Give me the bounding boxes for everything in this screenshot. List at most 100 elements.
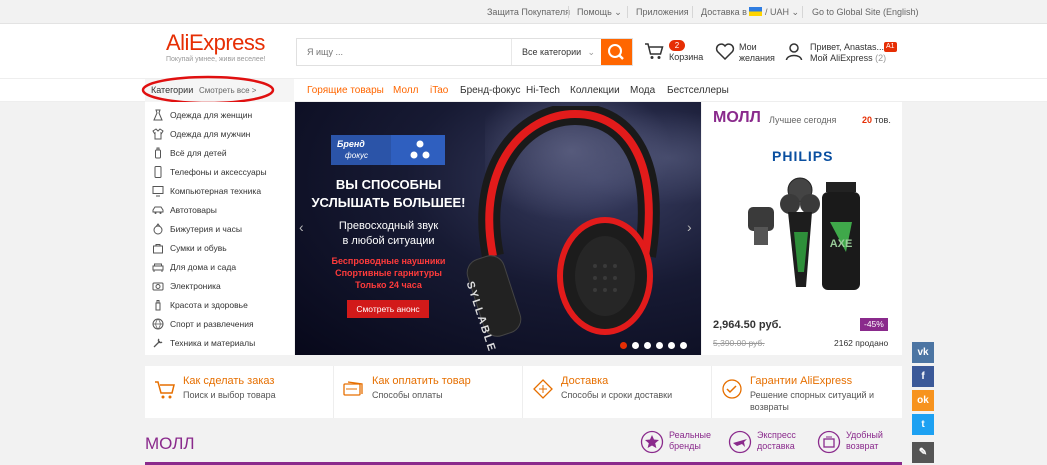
my-aliexpress-count: (2): [875, 53, 887, 63]
ukraine-flag-icon: [749, 7, 763, 16]
search-input[interactable]: [297, 39, 511, 65]
banner-headline2: УСЛЫШАТЬ БОЛЬШЕЕ!: [311, 195, 466, 210]
carousel-dot[interactable]: [644, 342, 651, 349]
category-item[interactable]: Для дома и сада: [145, 258, 294, 277]
feature-line1: Реальные: [669, 430, 712, 440]
category-item[interactable]: Одежда для женщин: [145, 106, 294, 125]
nav-hot-deals[interactable]: Горящие товары: [307, 79, 384, 103]
category-item[interactable]: Одежда для мужчин: [145, 125, 294, 144]
currency-label: UAH: [769, 7, 789, 17]
car-icon: [152, 206, 164, 214]
cart-count-badge: 2: [669, 40, 685, 51]
mall-title: МОЛЛ: [713, 109, 761, 126]
carousel-dot[interactable]: [656, 342, 663, 349]
service-subtitle: Способы оплаты: [372, 390, 443, 400]
help-label: Помощь: [577, 7, 612, 17]
category-label: Одежда для мужчин: [170, 129, 251, 139]
camera-icon: [152, 282, 164, 291]
search-bar: Все категории ⌄: [296, 38, 633, 66]
philips-logo: PHILIPS: [772, 148, 834, 164]
nav-hi-tech[interactable]: Hi-Tech: [526, 79, 560, 103]
category-item[interactable]: Техника и материалы: [145, 334, 294, 353]
feature-easy-return[interactable]: Удобный возврат: [817, 428, 897, 458]
facebook-share-button[interactable]: f: [912, 366, 934, 387]
delivery-icon: [533, 379, 553, 399]
carousel-dot[interactable]: [668, 342, 675, 349]
promo-banner-carousel[interactable]: Бренд фокус ВЫ СПОСОБНЫ УСЛЫШАТЬ БОЛЬШЕЕ…: [295, 102, 701, 355]
mall-card[interactable]: МОЛЛ Лучшее сегодня 20 тов. PHILIPS AXE …: [702, 102, 902, 355]
banner-red2: Спортивные гарнитуры: [335, 268, 442, 278]
category-label: Телефоны и аксессуары: [170, 167, 267, 177]
category-item[interactable]: Красота и здоровье: [145, 296, 294, 315]
shaver-product-image: AXE: [748, 177, 860, 290]
category-label: Автотовары: [170, 205, 217, 215]
category-label: Всё для детей: [170, 148, 227, 158]
old-price: 5,390.00 руб.: [713, 338, 765, 348]
ball-icon: [152, 318, 164, 330]
search-icon: [608, 44, 624, 60]
cart-icon: [645, 43, 664, 59]
wishlist-line2: желания: [739, 53, 775, 63]
service-title: Как сделать заказ: [183, 375, 275, 387]
category-item[interactable]: Телефоны и аксессуары: [145, 163, 294, 182]
nav-itao[interactable]: iTao: [430, 79, 448, 103]
category-item[interactable]: Автотовары: [145, 201, 294, 220]
vk-share-button[interactable]: vk: [912, 342, 934, 363]
feature-real-brands[interactable]: Реальные бренды: [640, 428, 720, 458]
delivery-country-menu[interactable]: Доставка в / UAH ⌄: [701, 0, 799, 24]
carousel-dot[interactable]: [632, 342, 639, 349]
headphones-image: [466, 106, 660, 337]
feature-line2: доставка: [757, 441, 795, 451]
my-aliexpress-link: Мой AliExpress (2): [810, 53, 886, 64]
carousel-dot[interactable]: [680, 342, 687, 349]
heart-icon: [715, 43, 735, 60]
mall-price: 2,964.50 руб.: [713, 319, 782, 331]
search-category-select[interactable]: Все категории ⌄: [511, 39, 601, 65]
banner-next-arrow[interactable]: ›: [687, 219, 692, 235]
service-how-to-pay[interactable]: Как оплатить товар Способы оплаты: [334, 366, 523, 418]
carousel-dot[interactable]: [620, 342, 627, 349]
edit-button[interactable]: ✎: [912, 442, 934, 463]
category-label: Одежда для женщин: [170, 110, 253, 120]
service-how-to-order[interactable]: Как сделать заказ Поиск и выбор товара: [145, 366, 334, 418]
category-label: Бижутерия и часы: [170, 224, 242, 234]
feature-line1: Экспресс: [757, 430, 796, 440]
nav-bestsellers[interactable]: Бестселлеры: [667, 79, 729, 103]
monitor-icon: [152, 186, 164, 197]
global-site-link[interactable]: Go to Global Site (English): [812, 0, 919, 24]
help-menu[interactable]: Помощь ⌄: [577, 0, 622, 24]
banner-cta-button[interactable]: Смотреть анонс: [347, 300, 429, 318]
buyer-protection-link[interactable]: Защита Покупателя: [487, 0, 570, 24]
plane-icon: [728, 430, 752, 454]
banner-sub1: Превосходный звук: [338, 220, 439, 232]
category-label: Компьютерная техника: [170, 186, 262, 196]
aliexpress-logo[interactable]: AliExpress Покупай умнее, живи веселее!: [166, 30, 266, 63]
search-button[interactable]: [601, 39, 632, 65]
nav-collections[interactable]: Коллекции: [570, 79, 620, 103]
sold-count: 2162 продано: [834, 338, 889, 348]
apps-link[interactable]: Приложения: [636, 0, 689, 24]
nav-mall[interactable]: Молл: [393, 79, 418, 103]
category-item[interactable]: Бижутерия и часы: [145, 220, 294, 239]
top-bar: Защита Покупателя Помощь ⌄ Приложения До…: [0, 0, 1047, 24]
category-item[interactable]: Сумки и обувь: [145, 239, 294, 258]
nav-brand-focus[interactable]: Бренд-фокус: [460, 79, 521, 103]
twitter-share-button[interactable]: t: [912, 414, 934, 435]
banner-prev-arrow[interactable]: ‹: [299, 219, 304, 235]
feature-express-delivery[interactable]: Экспресс доставка: [728, 428, 808, 458]
mall-subtitle: Лучшее сегодня: [769, 115, 837, 125]
bag-icon: [153, 244, 163, 254]
nav-fashion[interactable]: Мода: [630, 79, 655, 103]
discount-badge: -45%: [860, 318, 888, 331]
service-guarantees[interactable]: Гарантии AliExpress Решение спорных ситу…: [712, 366, 902, 418]
vk-icon: vk: [917, 347, 929, 358]
account-greeting: Привет, Anastas...: [810, 42, 885, 52]
category-item[interactable]: Компьютерная техника: [145, 182, 294, 201]
service-delivery[interactable]: Доставка Способы и сроки доставки: [523, 366, 712, 418]
category-item[interactable]: Всё для детей: [145, 144, 294, 163]
header: AliExpress Покупай умнее, живи веселее! …: [0, 24, 1047, 78]
category-item[interactable]: Спорт и развлечения: [145, 315, 294, 334]
banner-sub2: в любой ситуации: [342, 235, 435, 247]
category-item[interactable]: Электроника: [145, 277, 294, 296]
odnoklassniki-share-button[interactable]: ok: [912, 390, 934, 411]
